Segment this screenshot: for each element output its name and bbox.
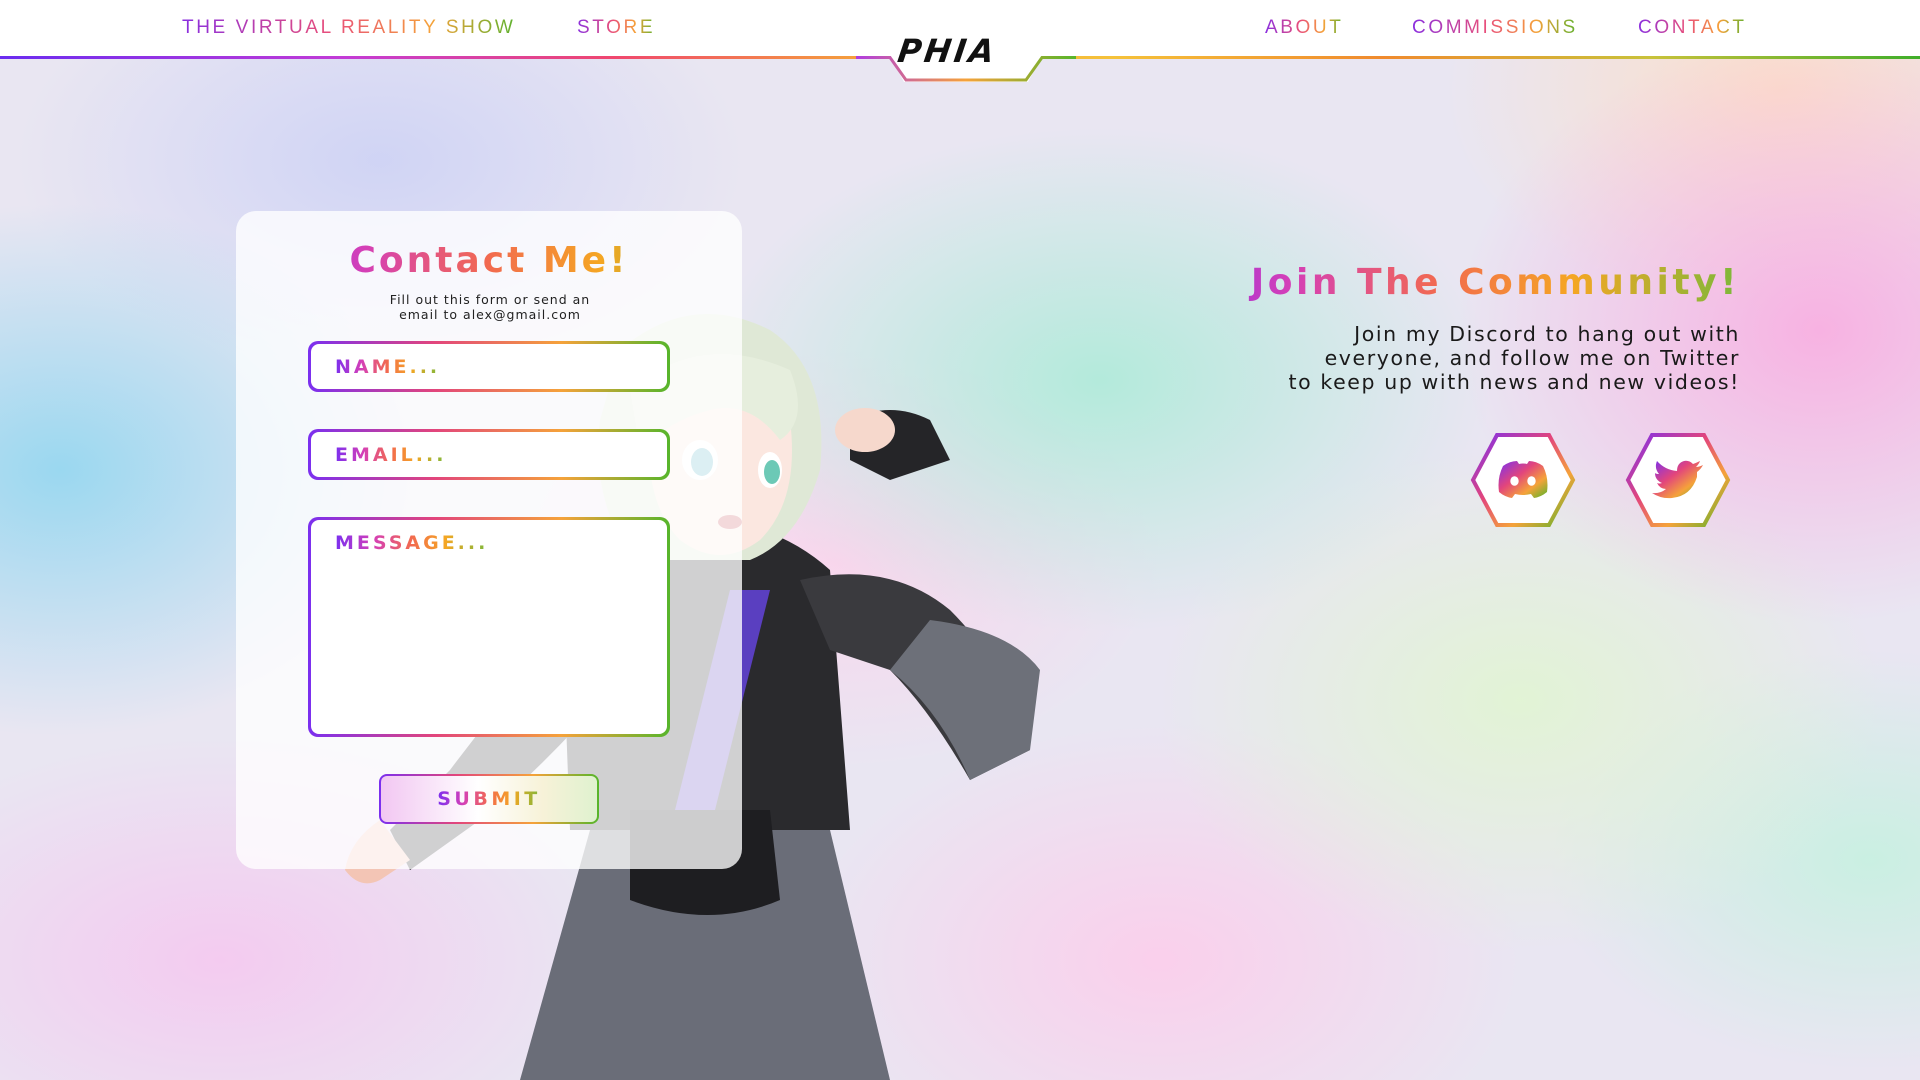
name-placeholder: NAME... — [335, 355, 441, 378]
discord-icon — [1498, 461, 1548, 498]
submit-button[interactable]: SUBMIT — [379, 774, 599, 824]
email-placeholder: EMAIL... — [335, 443, 447, 466]
nav-link-virtual-reality-show[interactable]: THE VIRTUAL REALITY SHOW — [182, 17, 515, 39]
name-field[interactable]: NAME... — [308, 341, 670, 392]
email-input[interactable]: EMAIL... — [311, 432, 667, 477]
submit-button-face[interactable]: SUBMIT — [381, 776, 597, 822]
site-logo[interactable]: PHIA — [895, 32, 999, 70]
contact-subtitle: Fill out this form or send an email to a… — [370, 292, 610, 322]
contact-title: Contact Me! — [236, 240, 742, 281]
nav-link-store[interactable]: STORE — [577, 17, 655, 39]
message-field[interactable]: MESSAGE... — [308, 517, 670, 737]
nav-link-contact[interactable]: CONTACT — [1638, 17, 1747, 39]
contact-subtitle-line: Fill out this form or send an — [389, 292, 591, 307]
message-placeholder: MESSAGE... — [335, 532, 489, 554]
community-title: Join The Community! — [1140, 262, 1740, 303]
name-input[interactable]: NAME... — [311, 344, 667, 389]
community-text-line: to keep up with news and new videos! — [1288, 370, 1740, 394]
community-text-line: Join my Discord to hang out with — [1354, 322, 1740, 346]
community-text-line: everyone, and follow me on Twitter — [1324, 346, 1740, 370]
message-textarea[interactable]: MESSAGE... — [311, 520, 667, 734]
nav-link-about[interactable]: ABOUT — [1265, 17, 1343, 39]
contact-subtitle-line: email to alex@gmail.com — [399, 307, 581, 322]
submit-label: SUBMIT — [437, 788, 541, 810]
nav-link-commissions[interactable]: COMMISSIONS — [1412, 17, 1578, 39]
email-field[interactable]: EMAIL... — [308, 429, 670, 480]
community-description: Join my Discord to hang out with everyon… — [1200, 322, 1740, 394]
twitter-button[interactable] — [1625, 432, 1731, 528]
discord-button[interactable] — [1470, 432, 1576, 528]
